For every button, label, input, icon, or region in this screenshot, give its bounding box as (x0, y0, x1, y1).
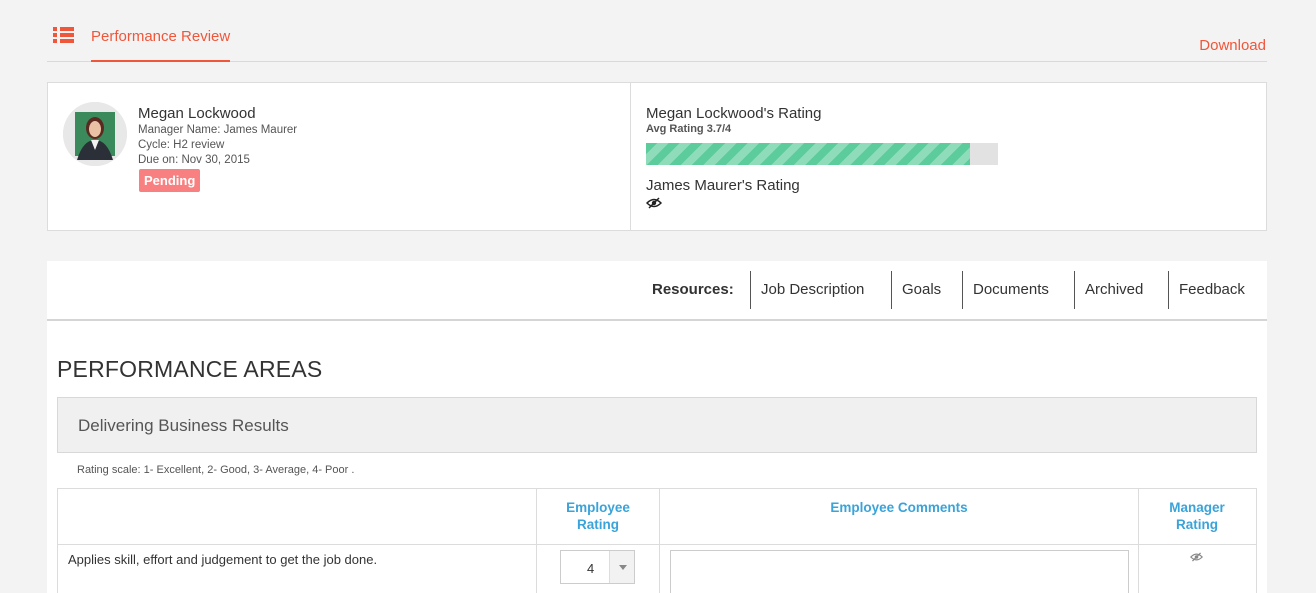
employee-info: Megan Lockwood Manager Name: James Maure… (48, 83, 631, 230)
tab-performance-review[interactable]: Performance Review (91, 28, 231, 62)
col-manager-rating: Manager Rating (1169, 500, 1225, 532)
resource-archived[interactable]: Archived (1074, 271, 1143, 309)
status-badge: Pending (139, 169, 201, 192)
review-cycle: Cycle: H2 review (138, 139, 225, 151)
employee-name: Megan Lockwood (138, 105, 256, 122)
employee-comment-field[interactable] (670, 550, 1129, 593)
ratings-summary: Megan Lockwood's Rating Avg Rating 3.7/4… (632, 83, 1266, 230)
eye-slash-icon (646, 197, 662, 209)
manager-name: Manager Name: James Maurer (138, 124, 298, 136)
rating-scale-note: Rating scale: 1- Excellent, 2- Good, 3- … (77, 464, 355, 476)
ratings-table: Employee Rating Employee Comments Manage… (57, 488, 1257, 593)
resource-documents[interactable]: Documents (962, 271, 1049, 309)
area-title: Delivering Business Results (78, 416, 289, 435)
download-link[interactable]: Download (1199, 37, 1266, 54)
resource-job-description[interactable]: Job Description (750, 271, 864, 309)
avatar (63, 102, 127, 166)
top-bar: Performance Review Download (47, 0, 1267, 62)
resource-goals[interactable]: Goals (891, 271, 941, 309)
employee-rating-value: 4 (587, 561, 595, 576)
rating-progress-fill (646, 143, 970, 165)
area-header[interactable]: Delivering Business Results (57, 397, 1257, 453)
section-title: PERFORMANCE AREAS (57, 356, 323, 382)
resources-bar: Resources: Job Description Goals Documen… (47, 261, 1267, 321)
manager-rating-title: James Maurer's Rating (646, 177, 800, 194)
col-employee-comments: Employee Comments (830, 500, 968, 515)
resources-label: Resources: (652, 281, 734, 298)
col-employee-rating: Employee Rating (566, 500, 630, 532)
chevron-down-icon[interactable] (609, 551, 634, 583)
menu-list-icon[interactable] (53, 27, 75, 43)
resource-feedback[interactable]: Feedback (1168, 271, 1245, 309)
avg-rating: Avg Rating 3.7/4 (646, 123, 732, 135)
question-text: Applies skill, effort and judgement to g… (68, 552, 378, 567)
rating-progress-bar (646, 143, 998, 165)
due-date: Due on: Nov 30, 2015 (138, 154, 250, 166)
main-panel: Resources: Job Description Goals Documen… (47, 261, 1267, 593)
employee-rating-select[interactable]: 4 (560, 550, 635, 584)
eye-slash-icon (1190, 552, 1203, 562)
employee-rating-title: Megan Lockwood's Rating (646, 105, 822, 122)
profile-card: Megan Lockwood Manager Name: James Maure… (47, 82, 1267, 231)
